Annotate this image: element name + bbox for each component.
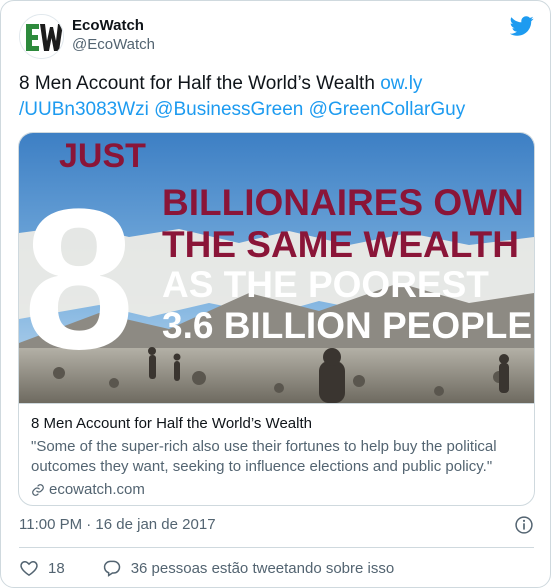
card-image-graphic: 8 JUST BILLIONAIRES OWN THE SAME WEALTH … (19, 133, 534, 403)
tweet-embed: EcoWatch @EcoWatch 8 Men Account for Hal… (0, 0, 551, 588)
avatar[interactable] (19, 14, 64, 59)
mention-greencollarguy[interactable]: @GreenCollarGuy (309, 99, 466, 120)
like-count[interactable]: 18 (48, 560, 65, 577)
card-title: 8 Men Account for Half the World’s Wealt… (31, 415, 312, 432)
tweet-link-part2[interactable]: /UUBn3083Wzi (19, 99, 149, 120)
twitter-bird-icon[interactable] (510, 14, 534, 38)
card-image[interactable]: 8 JUST BILLIONAIRES OWN THE SAME WEALTH … (19, 133, 534, 403)
image-text-line4: 3.6 BILLION PEOPLE (162, 305, 532, 346)
divider (19, 547, 534, 548)
link-card[interactable]: 8 JUST BILLIONAIRES OWN THE SAME WEALTH … (18, 132, 535, 506)
discussion-link[interactable]: 36 pessoas estão tweetando sobre isso (131, 560, 395, 577)
card-domain-text: ecowatch.com (49, 481, 145, 498)
name-block: EcoWatch @EcoWatch (72, 17, 155, 55)
card-description: "Some of the super-rich also use their f… (31, 438, 497, 475)
image-text-just: JUST (59, 137, 146, 175)
tweet-text-plain: 8 Men Account for Half the World’s Wealt… (19, 73, 381, 94)
display-name[interactable]: EcoWatch (72, 17, 155, 35)
image-text-number: 8 (23, 168, 134, 391)
handle[interactable]: @EcoWatch (72, 35, 155, 55)
card-domain: ecowatch.com (31, 480, 522, 500)
mention-businessgreen[interactable]: @BusinessGreen (154, 99, 303, 120)
tweet-header: EcoWatch @EcoWatch (19, 14, 534, 60)
image-text-line2: THE SAME WEALTH (162, 224, 519, 265)
tweet-text: 8 Men Account for Half the World’s Wealt… (19, 71, 519, 123)
ecowatch-logo (20, 15, 63, 58)
tweet-link-part1[interactable]: ow.ly (380, 73, 422, 94)
image-text-line1: BILLIONAIRES OWN (162, 182, 524, 223)
card-body[interactable]: 8 Men Account for Half the World’s Wealt… (19, 403, 534, 505)
heart-icon[interactable] (19, 558, 39, 578)
info-icon[interactable] (514, 515, 534, 535)
timestamp[interactable]: 11:00 PM · 16 de jan de 2017 (19, 515, 216, 535)
chat-bubble-icon[interactable] (102, 558, 122, 578)
link-icon (32, 484, 44, 496)
tweet-actions: 18 36 pessoas estão tweetando sobre isso (19, 557, 394, 579)
image-text-line3: AS THE POOREST (162, 264, 489, 305)
